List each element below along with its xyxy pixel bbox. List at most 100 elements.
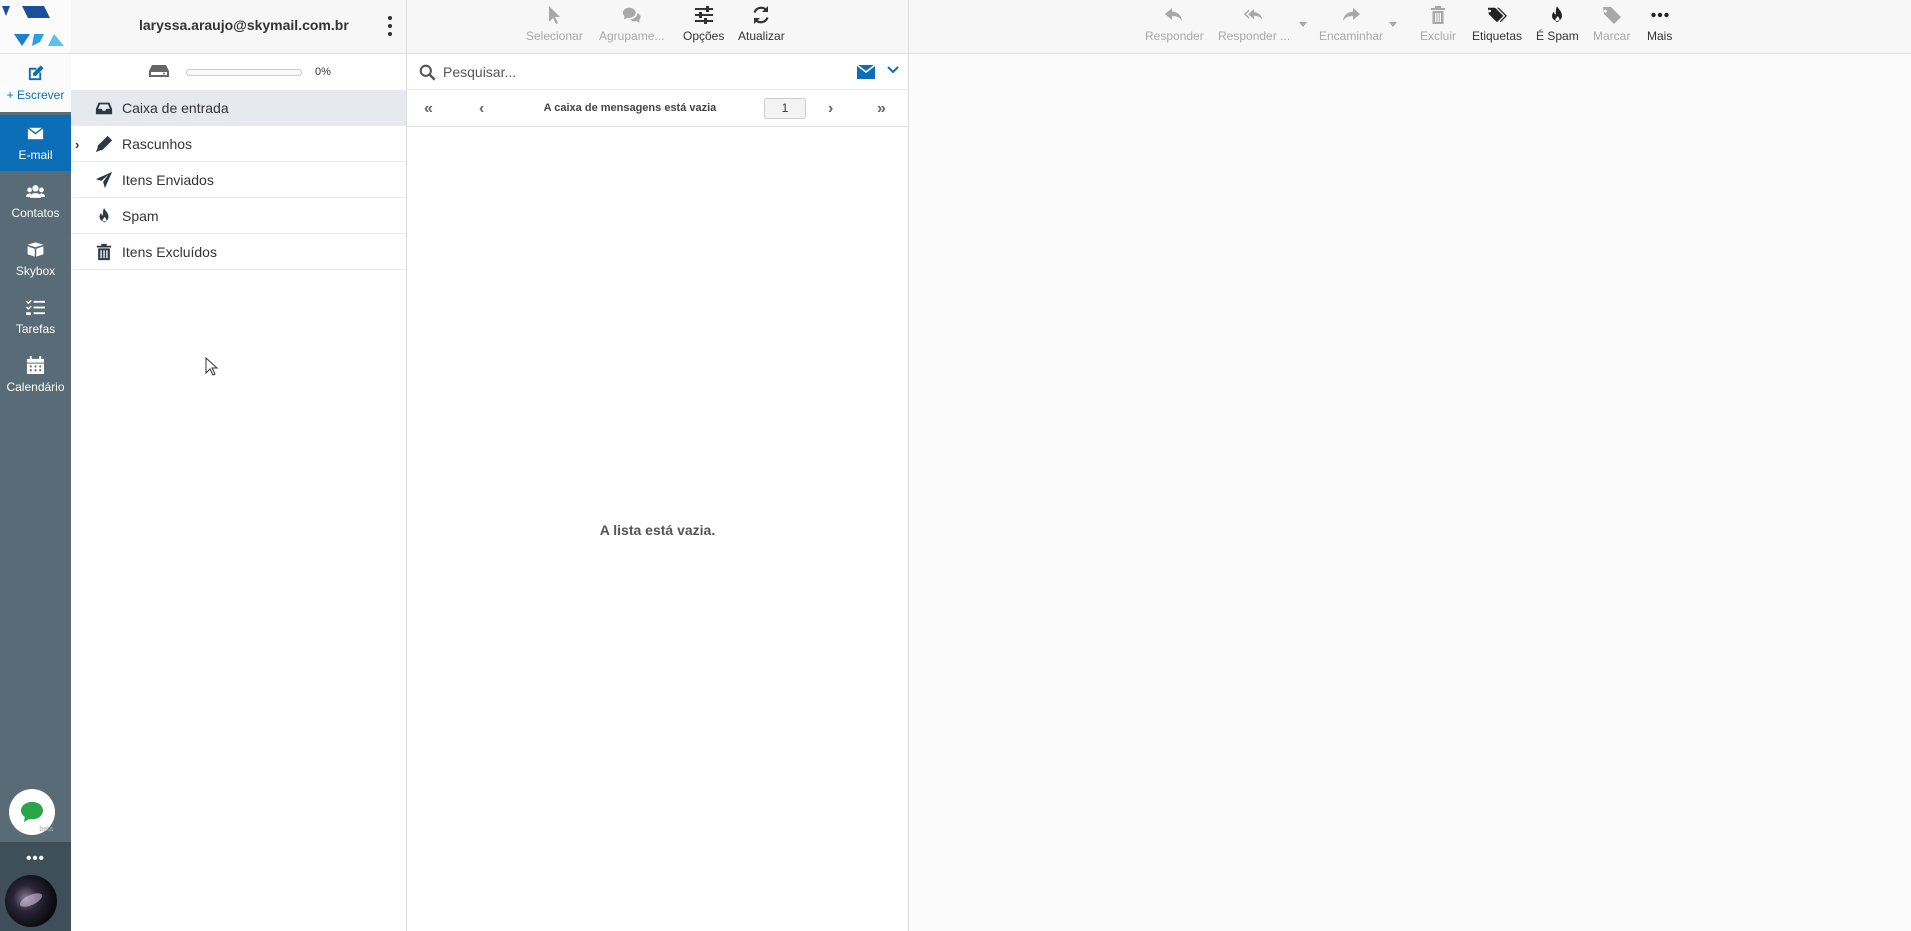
rail-item-email[interactable]: E-mail	[0, 115, 71, 171]
forward-icon	[1343, 8, 1361, 21]
rail-item-label: Tarefas	[15, 322, 56, 336]
folder-spam[interactable]: Spam	[71, 198, 406, 234]
next-page-icon[interactable]: ›	[828, 100, 833, 118]
refresh-label: Atualizar	[738, 29, 785, 43]
reply-all-label: Responder ...	[1218, 29, 1291, 43]
comments-icon	[622, 7, 641, 23]
account-email[interactable]: laryssa.araujo@skymail.com.br	[139, 17, 349, 33]
message-toolbar: Responder Responder ... Encaminhar Exclu…	[909, 0, 1911, 54]
search-bar	[407, 54, 908, 90]
fire-icon	[99, 207, 109, 223]
account-header: laryssa.araujo@skymail.com.br	[71, 0, 406, 54]
paper-plane-icon	[95, 171, 113, 189]
chat-beta-tag: beta	[39, 826, 53, 833]
options-button[interactable]: Opções	[683, 5, 724, 43]
rail-item-skybox[interactable]: Skybox	[0, 231, 71, 287]
fire-icon	[1552, 6, 1563, 22]
trash-icon	[1431, 6, 1445, 24]
account-menu-icon[interactable]	[387, 16, 393, 36]
reading-pane: Responder Responder ... Encaminhar Exclu…	[909, 0, 1911, 931]
compose-icon	[28, 65, 44, 81]
envelope-icon	[27, 127, 44, 140]
folder-trash[interactable]: Itens Excluídos	[71, 234, 406, 270]
reply-all-button[interactable]: Responder ...	[1218, 5, 1290, 43]
inbox-icon	[95, 102, 113, 115]
folder-inbox[interactable]: Caixa de entrada	[71, 90, 406, 126]
envelope-filter-icon[interactable]	[857, 65, 875, 79]
tags-button[interactable]: Etiquetas	[1472, 5, 1522, 43]
folder-sent[interactable]: Itens Enviados	[71, 162, 406, 198]
reply-all-dropdown-icon[interactable]	[1299, 22, 1307, 27]
compose-label: + Escrever	[6, 88, 65, 102]
pagination-bar: « ‹ A caixa de mensagens está vazia 1 › …	[407, 90, 908, 127]
boxes-icon	[27, 242, 44, 257]
storage-quota: 0%	[71, 54, 406, 90]
forward-button[interactable]: Encaminhar	[1319, 5, 1383, 43]
folder-label: Itens Enviados	[122, 172, 214, 188]
avatar[interactable]	[5, 875, 57, 927]
chevron-right-icon[interactable]: ›	[75, 137, 79, 152]
tasks-icon	[26, 299, 45, 316]
pointer-icon	[549, 6, 561, 24]
trash-icon	[96, 243, 112, 261]
last-page-icon[interactable]: »	[877, 100, 886, 118]
group-label: Agrupame...	[599, 29, 665, 43]
mark-button[interactable]: Marcar	[1593, 5, 1630, 43]
empty-list-message: A lista está vazia.	[599, 522, 716, 538]
select-button[interactable]: Selecionar	[526, 5, 583, 43]
hard-drive-icon	[149, 65, 169, 77]
more-horizontal-icon	[1650, 12, 1669, 18]
rail-item-label: Calendário	[6, 380, 65, 394]
tags-label: Etiquetas	[1472, 29, 1523, 43]
forward-label: Encaminhar	[1319, 29, 1384, 43]
mouse-cursor-icon	[205, 357, 219, 376]
pencil-icon	[95, 135, 113, 153]
folder-label: Caixa de entrada	[122, 100, 229, 116]
refresh-button[interactable]: Atualizar	[738, 5, 785, 43]
quota-progress-bar	[186, 69, 302, 76]
tags-icon	[1487, 7, 1508, 23]
quota-percent: 0%	[315, 66, 331, 78]
select-label: Selecionar	[526, 29, 583, 43]
page-number-input[interactable]: 1	[764, 98, 806, 119]
rail-item-calendar[interactable]: Calendário	[0, 347, 71, 403]
rail-item-label: E-mail	[18, 148, 53, 162]
calendar-icon	[26, 356, 45, 375]
delete-label: Excluir	[1420, 29, 1457, 43]
folder-label: Spam	[122, 208, 159, 224]
rail-item-label: Contatos	[11, 206, 60, 220]
reply-all-icon	[1244, 9, 1263, 20]
tag-icon	[1602, 7, 1621, 24]
message-list-pane: Selecionar Agrupame... Opções Atualizar …	[407, 0, 909, 931]
chat-icon	[21, 802, 43, 822]
rail-item-contacts[interactable]: Contatos	[0, 173, 71, 229]
folder-drafts[interactable]: › Rascunhos	[71, 126, 406, 162]
users-icon	[26, 185, 45, 198]
folder-label: Rascunhos	[122, 136, 193, 152]
forward-dropdown-icon[interactable]	[1389, 22, 1397, 27]
group-button[interactable]: Agrupame...	[599, 5, 664, 43]
rail-item-tasks[interactable]: Tarefas	[0, 289, 71, 345]
reply-button[interactable]: Responder	[1145, 5, 1204, 43]
folder-label: Itens Excluídos	[122, 244, 217, 260]
rail-item-label: Skybox	[15, 264, 56, 278]
mark-spam-button[interactable]: É Spam	[1536, 5, 1579, 43]
search-icon	[419, 64, 436, 81]
chevron-down-icon[interactable]	[887, 64, 899, 76]
delete-button[interactable]: Excluir	[1420, 5, 1456, 43]
reply-label: Responder	[1145, 29, 1204, 43]
chat-button[interactable]: beta	[9, 789, 55, 835]
more-label: Mais	[1647, 29, 1673, 43]
more-apps-button[interactable]: •••	[0, 850, 71, 867]
search-input[interactable]	[443, 61, 843, 83]
options-label: Opções	[683, 29, 725, 43]
refresh-icon	[753, 6, 769, 24]
mark-label: Marcar	[1593, 29, 1631, 43]
app-logo[interactable]	[0, 0, 71, 54]
mark-spam-label: É Spam	[1536, 29, 1579, 43]
folder-pane: laryssa.araujo@skymail.com.br 0% Caixa d…	[71, 0, 407, 931]
reply-icon	[1165, 8, 1183, 21]
app-rail: + Escrever E-mail Contatos Skybox Tarefa…	[0, 0, 71, 931]
more-button[interactable]: Mais	[1647, 5, 1672, 43]
compose-button[interactable]: + Escrever	[0, 54, 71, 112]
